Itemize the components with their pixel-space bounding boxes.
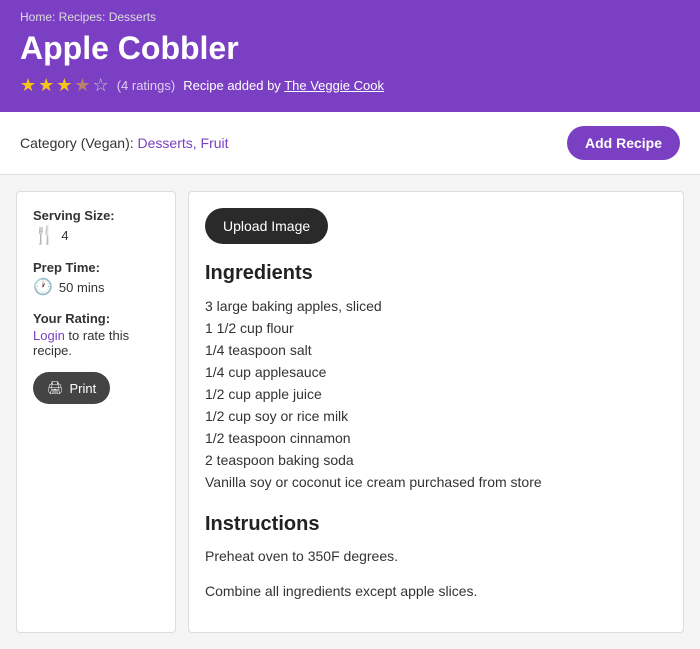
upload-image-button[interactable]: Upload Image [205, 208, 328, 244]
header: Home: Recipes: Desserts Apple Cobbler ★ … [0, 0, 700, 112]
prep-time-section: Prep Time: 🕐 50 mins [33, 260, 159, 297]
star-5: ☆ [93, 75, 109, 96]
instruction-step: Preheat oven to 350F degrees. [205, 546, 667, 567]
instruction-step: Combine all ingredients except apple sli… [205, 581, 667, 602]
ingredient-item: 2 teaspoon baking soda [205, 449, 667, 471]
recipe-added-text: Recipe added by The Veggie Cook [183, 78, 384, 93]
ingredient-item: 1/2 teaspoon cinnamon [205, 427, 667, 449]
ingredient-item: 1/4 teaspoon salt [205, 339, 667, 361]
your-rating-label: Your Rating: [33, 311, 159, 326]
your-rating-section: Your Rating: Login to rate this recipe. [33, 311, 159, 358]
ingredient-item: 1 1/2 cup flour [205, 317, 667, 339]
category-links[interactable]: Desserts, Fruit [138, 135, 229, 151]
rating-login-text: Login to rate this recipe. [33, 328, 159, 358]
ingredient-item: 3 large baking apples, sliced [205, 295, 667, 317]
instructions-section: Instructions Preheat oven to 350F degree… [205, 513, 667, 602]
category-text: Category (Vegan): Desserts, Fruit [20, 135, 229, 151]
recipe-area: Upload Image Ingredients 3 large baking … [188, 191, 684, 633]
toolbar: Category (Vegan): Desserts, Fruit Add Re… [0, 112, 700, 175]
star-2: ★ [38, 75, 54, 96]
login-link[interactable]: Login [33, 328, 65, 343]
serving-size-section: Serving Size: 🍴 4 [33, 208, 159, 246]
rating-row: ★ ★ ★ ★ ☆ (4 ratings) Recipe added by Th… [20, 75, 680, 96]
main-content: Serving Size: 🍴 4 Prep Time: 🕐 50 mins Y… [0, 175, 700, 649]
serving-size-value: 4 [61, 228, 68, 243]
star-rating: ★ ★ ★ ★ ☆ [20, 75, 109, 96]
page-title: Apple Cobbler [20, 30, 680, 67]
sidebar: Serving Size: 🍴 4 Prep Time: 🕐 50 mins Y… [16, 191, 176, 633]
ingredient-item: 1/2 cup soy or rice milk [205, 405, 667, 427]
star-4: ★ [74, 75, 90, 96]
prep-time-value: 50 mins [59, 280, 105, 295]
clock-icon: 🕐 [33, 277, 53, 297]
star-3: ★ [56, 75, 72, 96]
print-button[interactable]: 🖨 Print [33, 372, 110, 404]
ingredients-list: 3 large baking apples, sliced1 1/2 cup f… [205, 295, 667, 493]
ingredient-item: 1/2 cup apple juice [205, 383, 667, 405]
ingredient-item: 1/4 cup applesauce [205, 361, 667, 383]
add-recipe-button[interactable]: Add Recipe [567, 126, 680, 160]
rating-count: (4 ratings) [117, 78, 176, 93]
recipe-author-link[interactable]: The Veggie Cook [284, 78, 384, 93]
ingredients-title: Ingredients [205, 262, 667, 285]
instructions-title: Instructions [205, 513, 667, 536]
utensils-icon: 🍴 [33, 225, 55, 246]
ingredient-item: Vanilla soy or coconut ice cream purchas… [205, 471, 667, 493]
star-1: ★ [20, 75, 36, 96]
print-icon: 🖨 [47, 380, 64, 396]
prep-time-label: Prep Time: [33, 260, 159, 275]
breadcrumb: Home: Recipes: Desserts [20, 10, 680, 24]
serving-size-label: Serving Size: [33, 208, 159, 223]
